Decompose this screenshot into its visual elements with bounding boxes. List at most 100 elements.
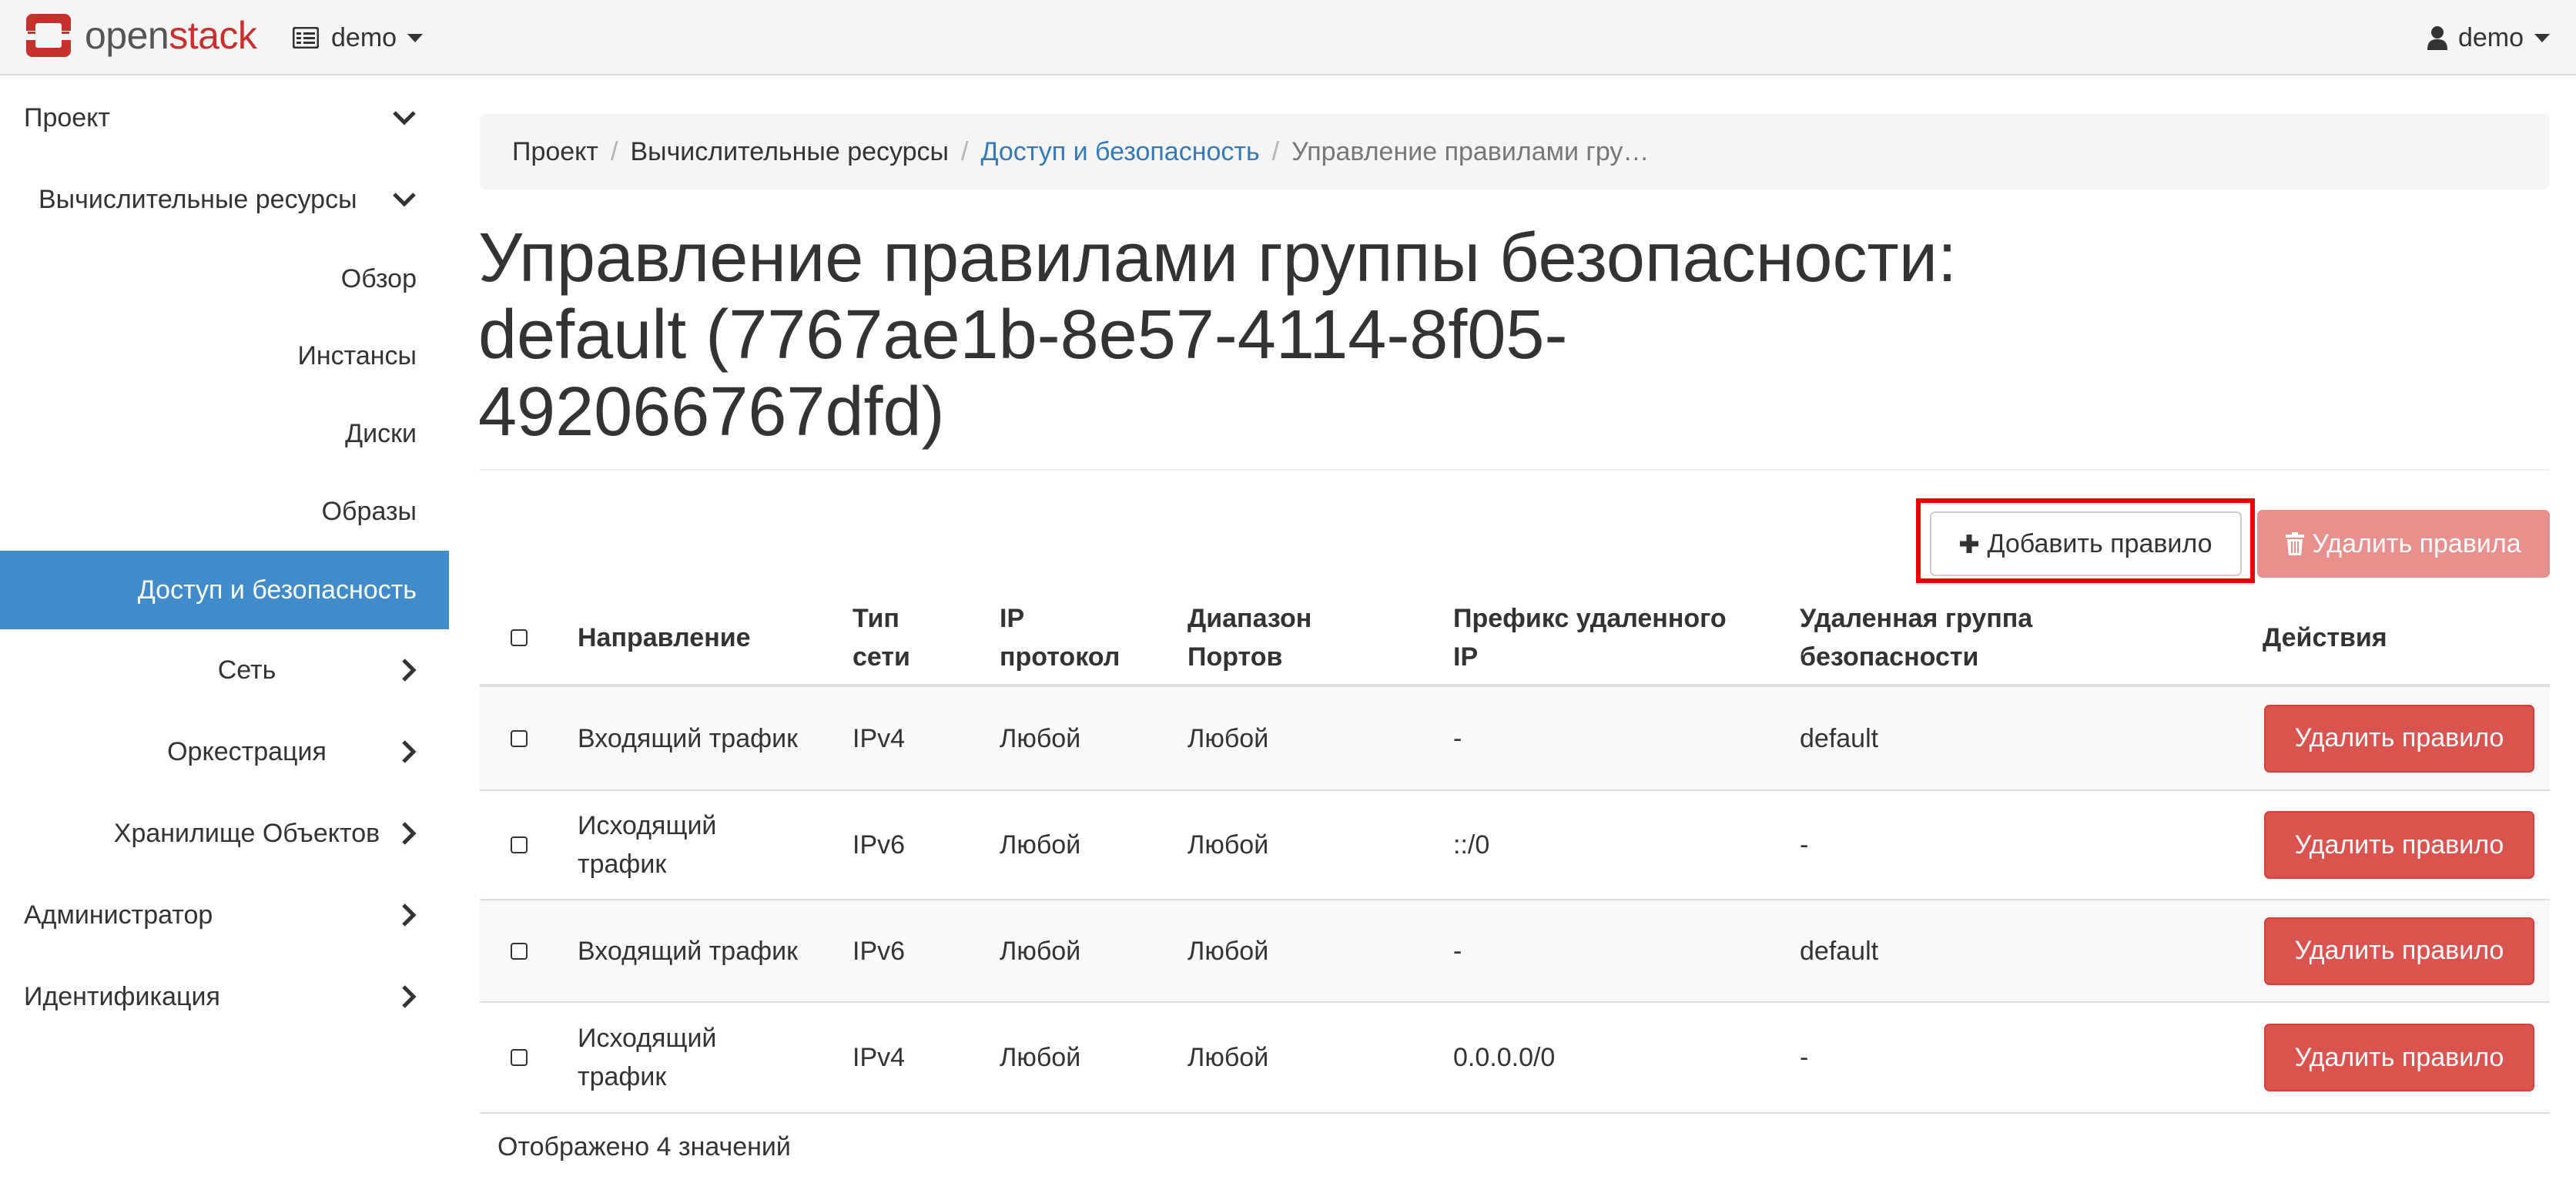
chevron-right-icon [401, 984, 417, 1009]
cell-direction-line: Исходящий [578, 1024, 717, 1053]
sidebar-item-admin[interactable]: Администратор [0, 874, 449, 956]
chevron-right-icon [401, 739, 417, 764]
cell-direction: Входящий трафик [578, 687, 798, 789]
row-checkbox[interactable] [511, 729, 528, 747]
cell-direction-line: трафик [578, 1062, 667, 1091]
cell-direction: Входящий трафик [578, 900, 798, 1001]
sidebar-item-instances[interactable]: Инстансы [0, 317, 449, 395]
cell-protocol: Любой [1000, 723, 1081, 753]
openstack-logo-icon [23, 11, 74, 60]
trash-icon [2286, 532, 2305, 555]
user-name: demo [2457, 22, 2524, 52]
project-switcher[interactable]: demo [293, 18, 424, 57]
cell-port-range: Любой [1188, 723, 1269, 753]
brand-name-suffix: stack [169, 14, 257, 57]
cell-remote-group: default [1800, 936, 1879, 966]
sidebar-item-identity[interactable]: Идентификация [0, 956, 449, 1037]
add-rule-label: Добавить правило [1987, 528, 2213, 558]
sidebar-item-images[interactable]: Образы [0, 473, 449, 551]
sidebar-item-label: Инстансы [297, 341, 417, 370]
cell-ethertype: IPv4 [853, 1043, 906, 1072]
sidebar-item-label: Доступ и безопасность [137, 575, 417, 605]
column-header-direction[interactable]: Направление [578, 592, 751, 684]
column-header-label: Портов [1188, 642, 1283, 672]
cell-direction-line: Входящий трафик [578, 723, 798, 753]
sidebar-item-label: Оркестрация [167, 736, 327, 766]
sidebar-item-access-security[interactable]: Доступ и безопасность [0, 551, 449, 629]
cell-ethertype: IPv6 [853, 830, 906, 860]
top-navbar: openstack demo demo [0, 0, 2576, 75]
project-name: demo [331, 22, 397, 52]
sidebar-item-compute[interactable]: Вычислительные ресурсы [0, 159, 449, 240]
chevron-right-icon [401, 821, 417, 846]
sidebar-nav: Проект Вычислительные ресурсы Обзор Инст… [0, 77, 449, 1037]
column-header-label: IP [1000, 604, 1025, 633]
row-checkbox[interactable] [511, 836, 528, 853]
cell-direction-line: Входящий трафик [578, 936, 798, 966]
sidebar-item-object-store[interactable]: Хранилище Объектов [0, 793, 449, 874]
sidebar-item-label: Образы [321, 497, 417, 526]
brand[interactable]: openstack [23, 11, 257, 60]
breadcrumb: Проект / Вычислительные ресурсы / Доступ… [480, 114, 2550, 189]
column-header-label: Префикс удаленного [1453, 604, 1727, 633]
sidebar-item-label: Хранилище Объектов [113, 818, 380, 848]
add-rule-button[interactable]: Добавить правило [1930, 511, 2242, 576]
cell-remote-prefix: - [1453, 936, 1462, 966]
chevron-right-icon [401, 903, 417, 927]
sidebar-item-label: Проект [24, 102, 110, 132]
cell-ethertype: IPv6 [853, 936, 906, 966]
column-header-remote-prefix[interactable]: Префикс удаленного IP [1453, 592, 1727, 684]
chevron-right-icon [401, 658, 417, 682]
select-all-checkbox[interactable] [511, 629, 528, 646]
cell-port-range: Любой [1188, 1043, 1269, 1072]
column-header-port-range[interactable]: Диапазон Портов [1188, 592, 1311, 684]
page-title: Управление правилами группы безопасности… [478, 220, 2018, 451]
user-menu[interactable]: demo [2427, 18, 2550, 57]
sidebar-item-label: Обзор [340, 263, 417, 293]
sidebar-item-label: Администратор [24, 900, 213, 930]
table-footer-count: Отображено 4 значений [497, 1132, 791, 1162]
delete-rules-button[interactable]: Удалить правила [2257, 510, 2550, 578]
cell-remote-prefix: ::/0 [1453, 830, 1490, 860]
breadcrumb-item-project: Проект [512, 136, 598, 166]
column-header-label: Диапазон [1188, 604, 1312, 633]
sidebar-item-label: Сеть [217, 655, 276, 685]
cell-direction-line: Исходящий [578, 811, 717, 840]
column-header-protocol[interactable]: IP протокол [1000, 592, 1120, 684]
caret-down-icon [407, 33, 424, 42]
delete-rule-button[interactable]: Удалить правило [2264, 917, 2534, 985]
sidebar-item-network[interactable]: Сеть [0, 629, 449, 711]
breadcrumb-separator: / [960, 136, 969, 166]
cell-remote-group: - [1800, 830, 1809, 860]
sidebar-item-label: Идентификация [24, 981, 220, 1011]
chevron-down-icon [392, 192, 417, 207]
sidebar-item-orchestration[interactable]: Оркестрация [0, 711, 449, 793]
cell-protocol: Любой [1000, 936, 1081, 966]
breadcrumb-item-compute: Вычислительные ресурсы [630, 136, 949, 166]
sidebar-item-overview[interactable]: Обзор [0, 240, 449, 317]
column-header-label: протокол [1000, 642, 1121, 672]
cell-ethertype: IPv4 [853, 723, 906, 753]
title-divider [480, 469, 2550, 471]
column-header-label: IP [1453, 642, 1479, 672]
column-header-remote-group[interactable]: Удаленная группа безопасности [1800, 592, 2032, 684]
column-header-label: Тип [853, 604, 899, 633]
user-icon [2427, 25, 2447, 50]
delete-rule-button[interactable]: Удалить правило [2264, 1024, 2534, 1091]
sidebar-item-volumes[interactable]: Диски [0, 395, 449, 473]
cell-remote-group: - [1800, 1043, 1809, 1072]
caret-down-icon [2534, 33, 2550, 42]
page-title-line: 492066767dfd) [478, 374, 945, 451]
page-title-line: Управление правилами группы безопасности… [478, 220, 1957, 297]
delete-rule-button[interactable]: Удалить правило [2264, 811, 2534, 879]
column-header-ethertype[interactable]: Тип сети [853, 592, 910, 684]
breadcrumb-link-access-security[interactable]: Доступ и безопасность [980, 137, 1259, 167]
row-checkbox[interactable] [511, 942, 528, 960]
delete-rule-button[interactable]: Удалить правило [2264, 704, 2534, 773]
row-checkbox[interactable] [511, 1049, 528, 1066]
table-header: Направление Тип сети IP протокол Диапазо… [480, 592, 2550, 687]
server-icon [293, 27, 319, 49]
cell-remote-prefix: 0.0.0.0/0 [1453, 1043, 1556, 1072]
cell-port-range: Любой [1188, 830, 1269, 860]
sidebar-item-project[interactable]: Проект [0, 77, 449, 159]
